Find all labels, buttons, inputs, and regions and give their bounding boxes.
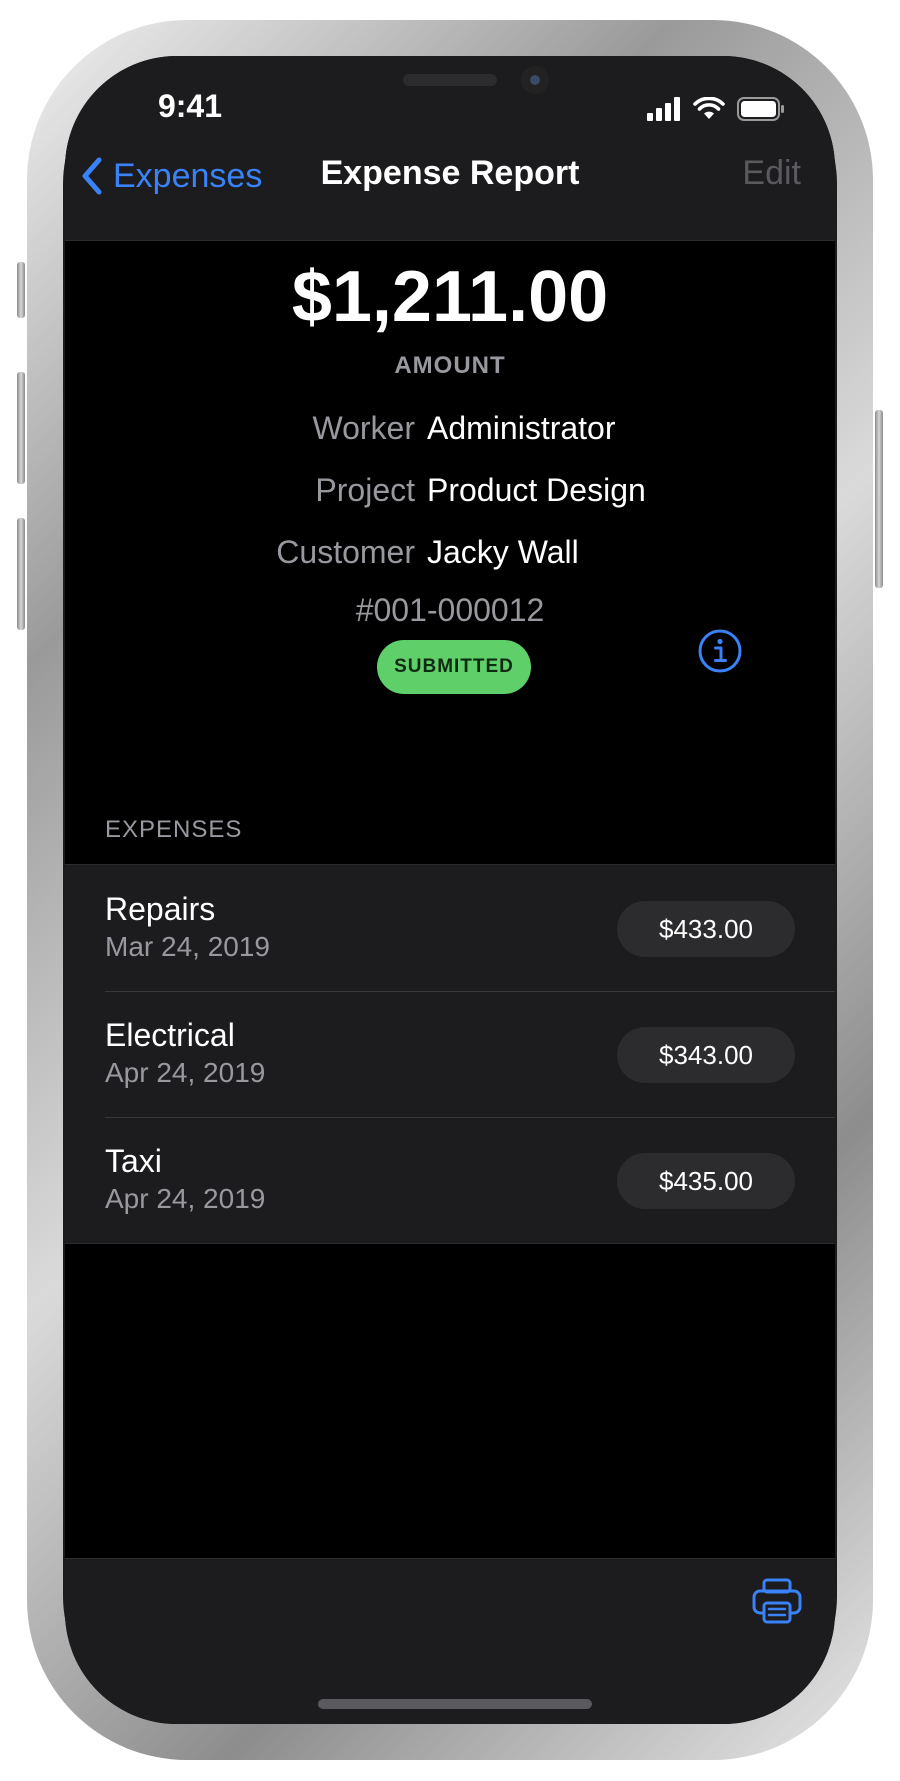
field-label: Project	[315, 472, 415, 508]
customer-field: Customer Jacky Wall	[65, 534, 835, 578]
front-camera	[521, 66, 549, 94]
expense-date: Mar 24, 2019	[105, 931, 270, 962]
list-item[interactable]: Repairs Mar 24, 2019 $433.00	[65, 865, 835, 991]
power-button	[875, 410, 883, 588]
expense-title: Repairs	[105, 891, 216, 927]
wifi-icon	[693, 97, 725, 119]
home-indicator[interactable]	[318, 1699, 592, 1709]
field-value: Product Design	[427, 472, 646, 508]
expense-date: Apr 24, 2019	[105, 1183, 266, 1214]
expense-title: Taxi	[105, 1143, 162, 1179]
list-item[interactable]: Taxi Apr 24, 2019 $435.00	[65, 1117, 835, 1243]
field-label: Worker	[312, 410, 415, 446]
edit-button[interactable]: Edit	[742, 154, 801, 193]
expenses-list: Repairs Mar 24, 2019 $433.00 Electrical …	[65, 864, 835, 1244]
field-label: Customer	[276, 534, 415, 570]
info-icon[interactable]	[697, 628, 743, 674]
mute-switch	[17, 262, 25, 318]
expense-title: Electrical	[105, 1017, 235, 1053]
battery-icon	[737, 97, 784, 121]
status-time: 9:41	[157, 88, 223, 124]
volume-down-button	[17, 518, 25, 630]
expenses-section-header: EXPENSES	[105, 816, 243, 843]
project-field: Project Product Design	[65, 472, 835, 516]
volume-up-button	[17, 372, 25, 484]
list-item[interactable]: Electrical Apr 24, 2019 $343.00	[65, 991, 835, 1117]
screen: 9:41 Expenses Expense Report Edit $1,211…	[65, 56, 835, 1724]
speaker-grille	[403, 74, 497, 86]
page-title: Expense Report	[320, 154, 580, 192]
printer-icon[interactable]	[751, 1577, 803, 1625]
worker-field: Worker Administrator	[65, 410, 835, 454]
amount-label: AMOUNT	[394, 352, 506, 379]
field-value: Administrator	[427, 410, 616, 446]
field-value: Jacky Wall	[427, 534, 579, 570]
expense-date: Apr 24, 2019	[105, 1057, 266, 1088]
expense-amount: $435.00	[617, 1153, 795, 1209]
expense-amount: $433.00	[617, 901, 795, 957]
status-badge: SUBMITTED	[377, 640, 531, 694]
expense-amount: $343.00	[617, 1027, 795, 1083]
total-amount: $1,211.00	[291, 257, 609, 337]
status-icons	[647, 94, 785, 124]
notch	[243, 56, 657, 122]
report-number: #001-000012	[355, 592, 545, 628]
bottom-toolbar	[65, 1558, 835, 1724]
